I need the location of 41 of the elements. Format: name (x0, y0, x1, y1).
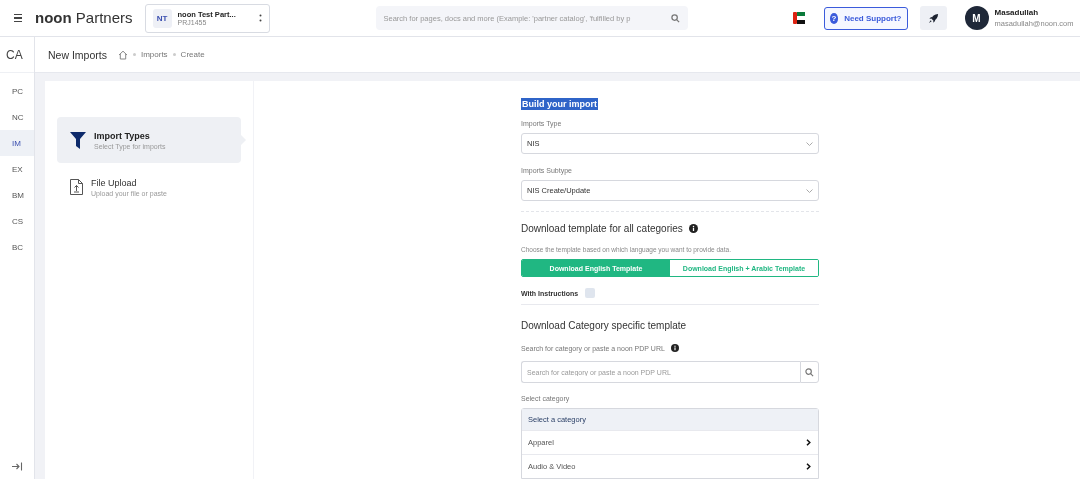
rail-item[interactable]: CA (0, 37, 34, 73)
search-icon (805, 367, 814, 377)
breadcrumb-link[interactable]: Imports (140, 50, 168, 59)
rail-item[interactable]: CS (0, 208, 34, 234)
expand-icon[interactable] (11, 462, 23, 471)
info-icon[interactable] (670, 344, 679, 352)
step-title: Import Types (94, 130, 151, 141)
search-button[interactable] (800, 361, 819, 383)
page-title: New Imports (48, 48, 107, 61)
more-icon (258, 13, 262, 23)
chevron-down-icon (806, 141, 813, 146)
rail-item[interactable]: EX (0, 156, 34, 182)
home-icon[interactable] (117, 49, 128, 60)
user-avatar[interactable]: M (964, 6, 989, 30)
rail-item[interactable]: BM (0, 182, 34, 208)
search-icon (670, 13, 680, 23)
chevron-right-icon (806, 439, 811, 446)
rocket-button[interactable] (919, 6, 947, 30)
instructions-checkbox[interactable] (585, 288, 596, 298)
support-button[interactable]: ? Need Support? (823, 6, 908, 30)
form-heading: Build your import (521, 98, 598, 110)
rocket-icon (927, 12, 939, 24)
filter-icon (70, 131, 86, 149)
partner-initials: NT (152, 8, 172, 28)
rail-item[interactable]: BC (0, 234, 34, 260)
section-heading: Download Category specific template (521, 320, 688, 331)
flag-icon[interactable] (792, 12, 805, 24)
rail-item[interactable]: PC (0, 78, 34, 104)
help-icon: ? (829, 12, 839, 24)
file-upload-icon (70, 179, 83, 195)
menu-icon[interactable] (14, 14, 22, 22)
chevron-down-icon (806, 188, 813, 193)
rail-item[interactable]: IM (0, 130, 34, 156)
step-title: File Upload (91, 177, 138, 188)
section-heading: Download template for all categories (521, 223, 683, 235)
user-name: Masadullah (994, 8, 1040, 17)
brand-logo: noon Partners (35, 9, 133, 27)
info-icon[interactable] (688, 224, 698, 234)
breadcrumb-link[interactable]: Create (180, 50, 205, 59)
rail-item[interactable]: NC (0, 104, 34, 130)
chevron-right-icon (806, 463, 811, 470)
